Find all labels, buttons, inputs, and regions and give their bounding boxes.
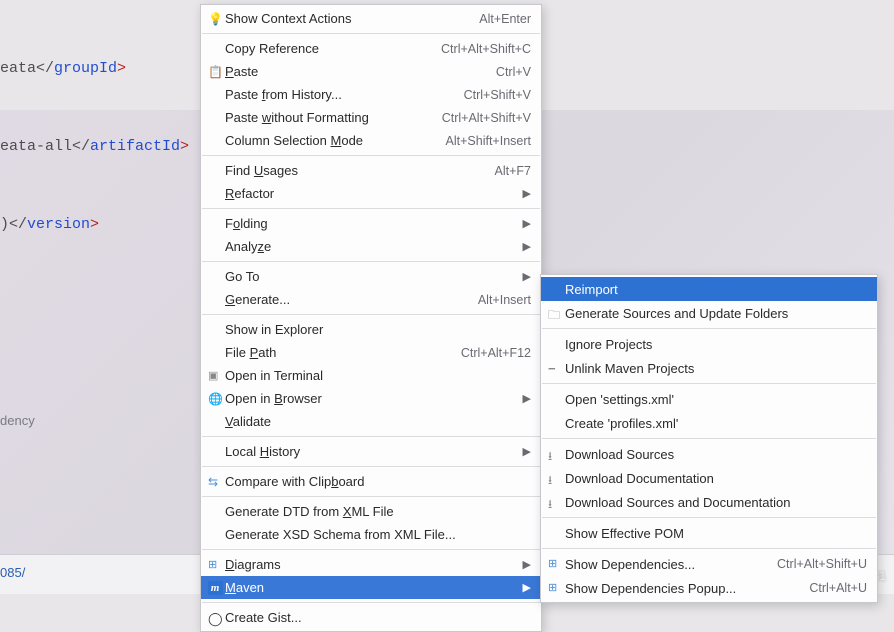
clipboard-icon: 📋 bbox=[208, 65, 222, 79]
bg-text-dency: dency bbox=[0, 413, 35, 428]
menu-diagrams[interactable]: ⊞ Diagrams ▶ bbox=[201, 553, 541, 576]
menu-column-select[interactable]: Column Selection Mode Alt+Shift+Insert bbox=[201, 129, 541, 152]
menu-create-gist[interactable]: ◯ Create Gist... bbox=[201, 606, 541, 629]
submenu-reimport[interactable]: Reimport bbox=[541, 277, 877, 301]
submenu-download-both[interactable]: ⭳ Download Sources and Documentation bbox=[541, 490, 877, 514]
menu-folding[interactable]: Folding ▶ bbox=[201, 212, 541, 235]
menu-copy-reference[interactable]: Copy Reference Ctrl+Alt+Shift+C bbox=[201, 37, 541, 60]
bg-text-port: 085/ bbox=[0, 565, 25, 580]
context-menu: 💡 Show Context Actions Alt+Enter Copy Re… bbox=[200, 4, 542, 632]
menu-show-explorer[interactable]: Show in Explorer bbox=[201, 318, 541, 341]
menu-goto[interactable]: Go To ▶ bbox=[201, 265, 541, 288]
submenu-ignore-projects[interactable]: Ignore Projects bbox=[541, 332, 877, 356]
chevron-right-icon: ▶ bbox=[523, 445, 531, 458]
chevron-right-icon: ▶ bbox=[523, 240, 531, 253]
menu-validate[interactable]: Validate bbox=[201, 410, 541, 433]
menu-open-terminal[interactable]: ▣ Open in Terminal bbox=[201, 364, 541, 387]
folder-icon: 🗀 bbox=[548, 306, 562, 320]
menu-paste-no-format[interactable]: Paste without Formatting Ctrl+Alt+Shift+… bbox=[201, 106, 541, 129]
menu-analyze[interactable]: Analyze ▶ bbox=[201, 235, 541, 258]
globe-icon: 🌐 bbox=[208, 392, 222, 406]
chevron-right-icon: ▶ bbox=[523, 270, 531, 283]
menu-compare-clipboard[interactable]: ⇆ Compare with Clipboard bbox=[201, 470, 541, 493]
submenu-download-sources[interactable]: ⭳ Download Sources bbox=[541, 442, 877, 466]
menu-gen-xsd[interactable]: Generate XSD Schema from XML File... bbox=[201, 523, 541, 546]
menu-local-history[interactable]: Local History ▶ bbox=[201, 440, 541, 463]
menu-generate[interactable]: Generate... Alt+Insert bbox=[201, 288, 541, 311]
submenu-open-settings[interactable]: Open 'settings.xml' bbox=[541, 387, 877, 411]
menu-paste-history[interactable]: Paste from History... Ctrl+Shift+V bbox=[201, 83, 541, 106]
submenu-show-deps[interactable]: ⊞ Show Dependencies... Ctrl+Alt+Shift+U bbox=[541, 552, 877, 576]
menu-find-usages[interactable]: Find Usages Alt+F7 bbox=[201, 159, 541, 182]
menu-paste[interactable]: 📋 Paste Ctrl+V bbox=[201, 60, 541, 83]
submenu-generate-sources[interactable]: 🗀 Generate Sources and Update Folders bbox=[541, 301, 877, 325]
menu-show-context-actions[interactable]: 💡 Show Context Actions Alt+Enter bbox=[201, 7, 541, 30]
terminal-icon: ▣ bbox=[208, 369, 222, 383]
submenu-create-profiles[interactable]: Create 'profiles.xml' bbox=[541, 411, 877, 435]
tree-icon: ⊞ bbox=[548, 557, 562, 571]
chevron-right-icon: ▶ bbox=[523, 217, 531, 230]
menu-file-path[interactable]: File Path Ctrl+Alt+F12 bbox=[201, 341, 541, 364]
submenu-show-effective-pom[interactable]: Show Effective POM bbox=[541, 521, 877, 545]
chevron-right-icon: ▶ bbox=[523, 581, 531, 594]
download-icon: ⭳ bbox=[548, 447, 562, 461]
maven-icon: m bbox=[208, 581, 223, 595]
menu-refactor[interactable]: Refactor ▶ bbox=[201, 182, 541, 205]
minus-icon: − bbox=[548, 361, 562, 375]
menu-open-browser[interactable]: 🌐 Open in Browser ▶ bbox=[201, 387, 541, 410]
chevron-right-icon: ▶ bbox=[523, 558, 531, 571]
menu-maven[interactable]: m Maven ▶ bbox=[201, 576, 541, 599]
submenu-unlink[interactable]: − Unlink Maven Projects bbox=[541, 356, 877, 380]
chevron-right-icon: ▶ bbox=[523, 187, 531, 200]
compare-icon: ⇆ bbox=[208, 475, 222, 489]
diagram-icon: ⊞ bbox=[208, 558, 222, 572]
submenu-download-doc[interactable]: ⭳ Download Documentation bbox=[541, 466, 877, 490]
download-icon: ⭳ bbox=[548, 471, 562, 485]
bulb-icon: 💡 bbox=[208, 12, 222, 26]
download-icon: ⭳ bbox=[548, 495, 562, 509]
maven-submenu: Reimport 🗀 Generate Sources and Update F… bbox=[540, 274, 878, 603]
github-icon: ◯ bbox=[208, 611, 222, 625]
menu-gen-dtd[interactable]: Generate DTD from XML File bbox=[201, 500, 541, 523]
chevron-right-icon: ▶ bbox=[523, 392, 531, 405]
submenu-show-deps-popup[interactable]: ⊞ Show Dependencies Popup... Ctrl+Alt+U bbox=[541, 576, 877, 600]
